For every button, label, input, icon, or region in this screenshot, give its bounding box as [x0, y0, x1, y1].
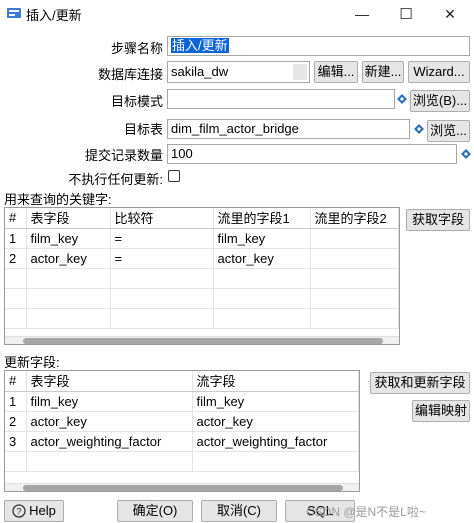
no-update-label: 不执行任何更新: [68, 172, 163, 187]
title-bar: 插入/更新 — ☐ ✕ [0, 0, 474, 28]
table-cell[interactable] [310, 228, 399, 249]
window-title: 插入/更新 [26, 8, 82, 23]
variable-icon [461, 149, 471, 159]
svg-text:?: ? [17, 507, 22, 517]
commit-size-label: 提交记录数量 [84, 148, 163, 163]
scrollbar-thumb[interactable] [23, 485, 343, 491]
column-header[interactable]: # [5, 208, 27, 229]
step-name-input[interactable]: 插入/更新 [167, 36, 470, 56]
db-connection-value: sakila_dw [171, 64, 229, 79]
variable-icon [397, 94, 407, 104]
table-cell[interactable]: film_key [192, 391, 359, 412]
keys-section-label: 用来查询的关键字: [4, 192, 112, 207]
table-cell[interactable]: 1 [5, 228, 27, 249]
help-button[interactable]: ? Help [4, 500, 64, 522]
table-cell[interactable]: = [110, 248, 214, 269]
table-cell[interactable] [310, 248, 399, 269]
minimize-icon[interactable]: — [340, 0, 384, 28]
variable-icon [414, 124, 424, 134]
table-header-row: # 表字段 比较符 流里的字段1 流里的字段2 [5, 208, 399, 229]
table-cell[interactable]: actor_weighting_factor [192, 431, 359, 452]
table-row[interactable] [5, 308, 399, 329]
target-schema-input[interactable] [167, 89, 395, 109]
table-cell[interactable]: = [110, 228, 214, 249]
table-row[interactable] [5, 268, 399, 289]
table-row[interactable] [5, 451, 359, 472]
table-row[interactable]: 1 film_key film_key [5, 391, 359, 412]
browse-schema-button[interactable]: 浏览(B)... [410, 90, 470, 112]
ok-button[interactable]: 确定(O) [117, 500, 193, 522]
table-row[interactable]: 3 actor_weighting_factor actor_weighting… [5, 431, 359, 452]
table-cell[interactable]: actor_key [26, 248, 111, 269]
table-cell[interactable]: actor_weighting_factor [26, 431, 193, 452]
scrollbar-thumb[interactable] [23, 338, 383, 344]
browse-table-button[interactable]: 浏览... [427, 120, 470, 142]
table-cell[interactable]: 2 [5, 411, 27, 432]
column-header[interactable]: 流字段 [192, 371, 359, 392]
close-icon[interactable]: ✕ [428, 0, 472, 28]
target-table-label: 目标表 [123, 122, 163, 137]
horizontal-scrollbar[interactable] [5, 483, 359, 491]
table-cell[interactable]: 3 [5, 431, 27, 452]
table-cell[interactable]: actor_key [26, 411, 193, 432]
table-cell[interactable]: actor_key [192, 411, 359, 432]
column-header[interactable]: 表字段 [26, 208, 111, 229]
dropdown-icon[interactable] [293, 64, 307, 80]
column-header[interactable]: # [5, 371, 27, 392]
new-connection-button[interactable]: 新建... [362, 61, 404, 83]
table-header-row: # 表字段 流字段 [5, 371, 359, 392]
table-cell[interactable]: film_key [26, 228, 111, 249]
cancel-button[interactable]: 取消(C) [201, 500, 277, 522]
commit-size-input[interactable]: 100 [167, 144, 457, 164]
table-cell[interactable]: film_key [26, 391, 193, 412]
wizard-button[interactable]: Wizard... [408, 61, 470, 83]
get-update-fields-button[interactable]: 获取和更新字段 [370, 372, 470, 394]
target-table-input[interactable]: dim_film_actor_bridge [167, 119, 410, 139]
keys-table[interactable]: # 表字段 比较符 流里的字段1 流里的字段2 1 film_key = fil… [4, 207, 400, 345]
table-row[interactable]: 1 film_key = film_key [5, 228, 399, 249]
watermark-text: CSDN @是N不是L啦~ [306, 505, 426, 519]
table-cell[interactable]: actor_key [213, 248, 311, 269]
table-cell[interactable]: 2 [5, 248, 27, 269]
table-cell[interactable]: 1 [5, 391, 27, 412]
column-header[interactable]: 比较符 [110, 208, 214, 229]
table-row[interactable]: 2 actor_key = actor_key [5, 248, 399, 269]
db-connection-label: 数据库连接 [97, 67, 163, 82]
maximize-icon[interactable]: ☐ [384, 0, 428, 28]
update-section-label: 更新字段: [4, 355, 60, 370]
table-cell[interactable]: film_key [213, 228, 311, 249]
table-row[interactable]: 2 actor_key actor_key [5, 411, 359, 432]
step-name-value: 插入/更新 [171, 38, 229, 53]
column-header[interactable]: 流里的字段2 [310, 208, 399, 229]
db-connection-select[interactable]: sakila_dw [167, 61, 310, 83]
target-schema-label: 目标模式 [110, 94, 163, 109]
update-table[interactable]: # 表字段 流字段 1 film_key film_key 2 actor_ke… [4, 370, 360, 492]
edit-mapping-button[interactable]: 编辑映射 [412, 400, 470, 422]
edit-connection-button[interactable]: 编辑... [314, 61, 358, 83]
no-update-checkbox[interactable] [168, 170, 180, 182]
column-header[interactable]: 表字段 [26, 371, 193, 392]
app-icon [7, 8, 21, 18]
horizontal-scrollbar[interactable] [5, 336, 399, 344]
help-icon: ? [12, 504, 26, 518]
table-row[interactable] [5, 288, 399, 309]
get-fields-button[interactable]: 获取字段 [406, 209, 470, 231]
help-label: Help [29, 503, 56, 518]
step-name-label: 步骤名称 [110, 41, 163, 56]
column-header[interactable]: 流里的字段1 [213, 208, 311, 229]
